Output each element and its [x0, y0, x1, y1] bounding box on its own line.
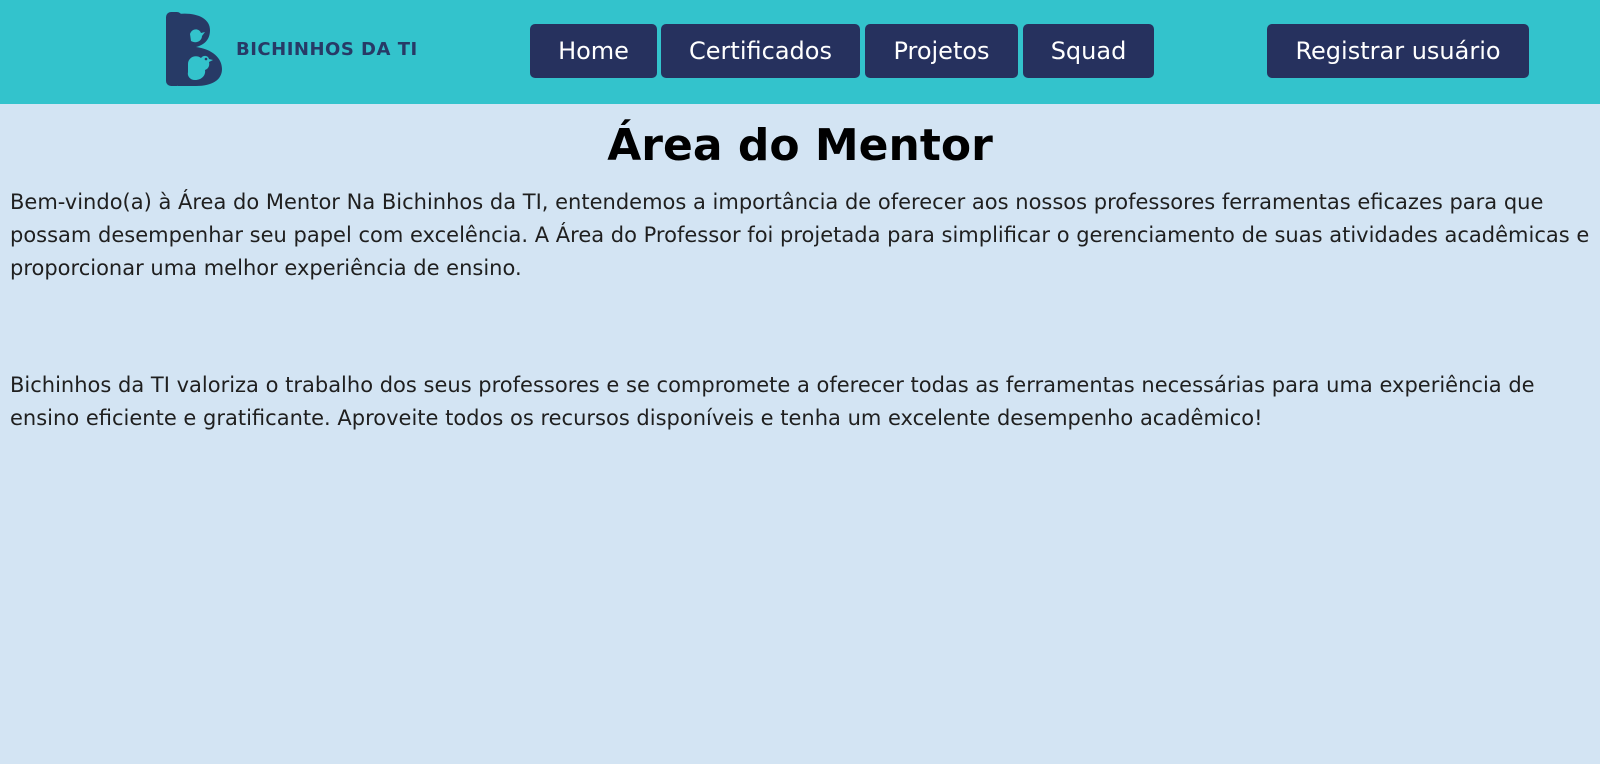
- closing-paragraph: Bichinhos da TI valoriza o trabalho dos …: [10, 373, 1535, 430]
- nav-projetos-button[interactable]: Projetos: [865, 24, 1018, 78]
- brand-name: BICHINHOS DA TI: [236, 38, 418, 60]
- nav-squad-button[interactable]: Squad: [1023, 24, 1154, 78]
- top-navigation-bar: BICHINHOS DA TI Home Certificados Projet…: [0, 0, 1600, 104]
- nav-home-button[interactable]: Home: [530, 24, 657, 78]
- bichinhos-logo-icon: [166, 12, 222, 86]
- page-title: Área do Mentor: [607, 120, 993, 171]
- brand-logo[interactable]: BICHINHOS DA TI: [166, 12, 418, 86]
- nav-certificados-button[interactable]: Certificados: [661, 24, 860, 78]
- register-user-button[interactable]: Registrar usuário: [1267, 24, 1529, 78]
- welcome-paragraph: Bem-vindo(a) à Área do Mentor Na Bichinh…: [10, 190, 1590, 280]
